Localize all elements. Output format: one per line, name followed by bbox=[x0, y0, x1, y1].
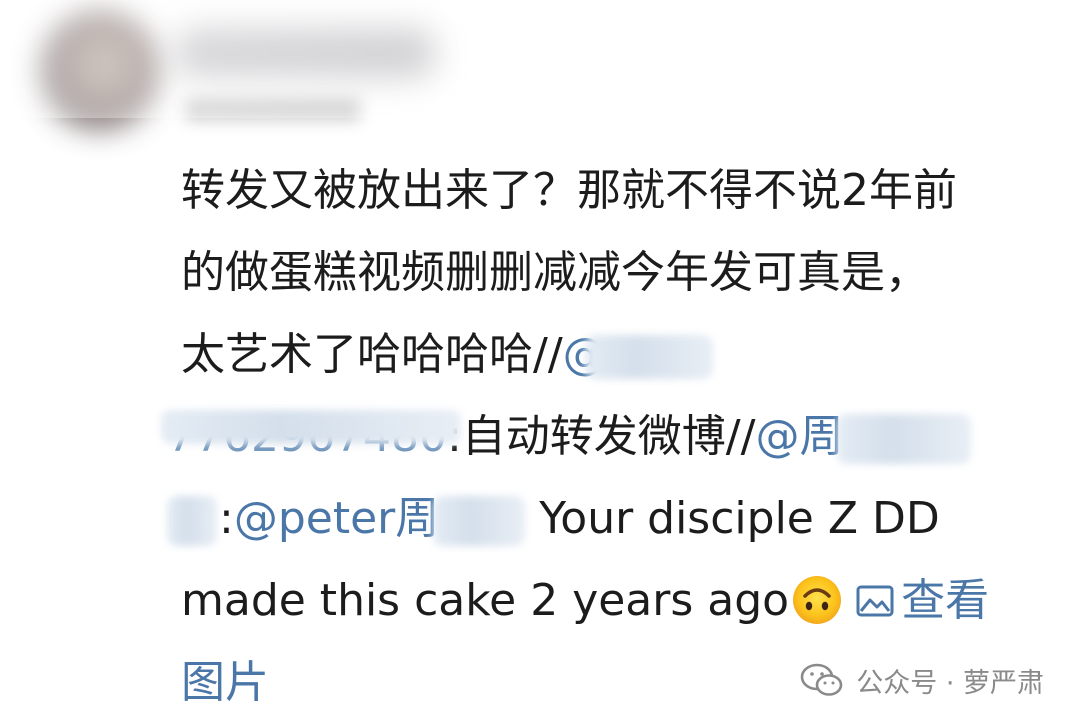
mention-visible-text: @peter周 bbox=[233, 493, 440, 544]
watermark-text: 公众号 · 萝严肃 bbox=[856, 667, 1044, 699]
view-pictures-label: 查看 bbox=[901, 575, 990, 626]
upside-down-face-icon bbox=[793, 576, 842, 624]
comment-line-4: 7762967480:自动转发微博//@周 bbox=[161, 396, 1041, 478]
comment-text: Your disciple Z DD bbox=[525, 493, 940, 544]
header-blur-overlay bbox=[0, 0, 470, 118]
comment-body: 转发又被放出来了？那就不得不说2年前 的做蛋糕视频删删减减今年发可真是， 太艺术… bbox=[161, 150, 1041, 724]
watermark: 公众号 · 萝严肃 bbox=[800, 660, 1044, 700]
mention-link[interactable]: 7762967480 bbox=[161, 396, 461, 478]
comment-header bbox=[0, 0, 1080, 140]
comment-text: : bbox=[219, 493, 234, 544]
view-pictures-link[interactable]: 查看 bbox=[855, 575, 989, 626]
redacted-mention bbox=[167, 496, 217, 546]
mention-link[interactable]: @ bbox=[563, 329, 713, 380]
view-pictures-link-continued[interactable]: 图片 bbox=[181, 657, 269, 708]
redacted-mention bbox=[433, 496, 526, 546]
comment-text: :自动转发微博// bbox=[446, 411, 756, 462]
comment-line-2: 的做蛋糕视频删删减减今年发可真是， bbox=[181, 247, 929, 298]
redacted-mention bbox=[837, 414, 972, 464]
image-icon bbox=[856, 585, 894, 617]
redacted-mention bbox=[161, 410, 461, 444]
mention-link[interactable]: @peter周 bbox=[233, 493, 526, 546]
mention-visible-text: @周 bbox=[755, 411, 844, 462]
comment-text: 太艺术了哈哈哈哈// bbox=[181, 329, 563, 380]
comment-text: made this cake 2 years ago bbox=[181, 575, 790, 626]
comment-line-3: 太艺术了哈哈哈哈//@ bbox=[181, 314, 1041, 396]
comment-line-1: 转发又被放出来了？那就不得不说2年前 bbox=[181, 165, 957, 216]
mention-link[interactable]: @周 bbox=[755, 411, 972, 464]
comment-line-5: :@peter周 Your disciple Z DD bbox=[167, 478, 1041, 560]
wechat-icon bbox=[800, 663, 843, 696]
redacted-mention bbox=[584, 335, 713, 379]
comment-line-6: made this cake 2 years ago 查看 bbox=[181, 560, 1041, 642]
